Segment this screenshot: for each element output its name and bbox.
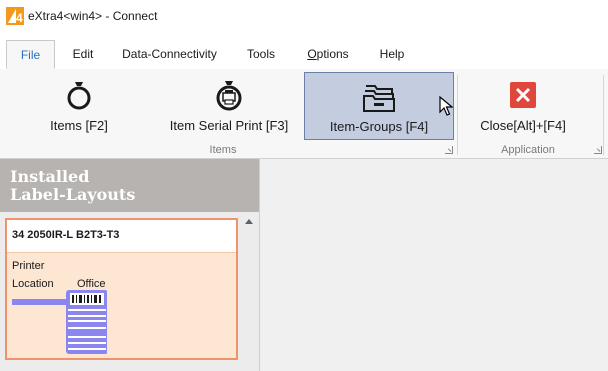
tab-options-mnemonic: O — [307, 47, 317, 61]
panel-scrollbar[interactable] — [241, 214, 258, 371]
items-button[interactable]: Items [F2] — [30, 72, 128, 140]
tab-data-connectivity-label: Data-Connectivity — [122, 47, 217, 61]
card-title: 34 2050IR-L B2T3-T3 — [12, 229, 120, 241]
close-button-label: Close[Alt]+[F4] — [480, 118, 566, 133]
title-bar: 4 eXtra4<win4> - Connect — [0, 0, 608, 32]
ring-printer-icon — [216, 81, 242, 111]
scroll-up-icon[interactable] — [245, 219, 253, 224]
label-layout-card[interactable]: 34 2050IR-L B2T3-T3 Printer Location Off… — [5, 218, 238, 360]
tab-help-label: Help — [379, 47, 405, 61]
panel-title-line1: Installed — [10, 167, 90, 186]
label-layouts-panel: Installed Label-Layouts 34 2050IR-L B2T3… — [0, 159, 260, 371]
app-logo-icon: 4 — [6, 7, 24, 25]
ribbon-separator — [603, 75, 604, 155]
tab-edit-label: Edit — [72, 47, 94, 61]
ribbon-separator — [457, 75, 458, 155]
card-header: 34 2050IR-L B2T3-T3 — [7, 220, 236, 253]
tab-file[interactable]: File — [6, 40, 55, 69]
item-serial-print-button[interactable]: Item Serial Print [F3] — [160, 72, 298, 140]
panel-title: Installed Label-Layouts — [10, 168, 250, 204]
barcode-printer-icon — [12, 290, 107, 354]
location-label: Location — [12, 278, 54, 290]
panel-title-line2: Label-Layouts — [10, 185, 136, 204]
application-group-launcher-icon[interactable] — [594, 146, 602, 154]
tab-options-label: ptions — [316, 47, 349, 61]
item-groups-button[interactable]: Item-Groups [F4] — [304, 72, 454, 140]
close-button[interactable]: Close[Alt]+[F4] — [466, 72, 580, 140]
tab-edit[interactable]: Edit — [63, 41, 103, 68]
menu-bar: File Edit Data-Connectivity Tools Option… — [0, 32, 608, 70]
tab-data-connectivity[interactable]: Data-Connectivity — [117, 41, 222, 68]
group-label-application: Application — [501, 144, 555, 156]
printer-label: Printer — [12, 260, 45, 272]
folder-stack-icon — [363, 85, 395, 112]
svg-text:4: 4 — [16, 11, 23, 25]
tab-options[interactable]: Options — [299, 41, 357, 68]
group-label-items: Items — [209, 144, 237, 156]
main-content — [260, 159, 608, 371]
window-title: eXtra4<win4> - Connect — [28, 9, 158, 23]
panel-header: Installed Label-Layouts — [0, 159, 259, 212]
item-serial-print-button-label: Item Serial Print [F3] — [169, 118, 289, 133]
ring-icon — [67, 82, 91, 110]
tab-help[interactable]: Help — [370, 41, 414, 68]
close-icon — [510, 82, 536, 108]
item-groups-button-label: Item-Groups [F4] — [329, 119, 429, 134]
mouse-cursor-icon — [439, 96, 453, 116]
tab-tools-label: Tools — [246, 47, 275, 61]
items-group-launcher-icon[interactable] — [445, 146, 453, 154]
items-button-label: Items [F2] — [50, 118, 108, 133]
tab-file-label: File — [20, 48, 41, 62]
ribbon: Items [F2] Item Serial Print [F3] Item-G… — [0, 69, 608, 159]
tab-tools[interactable]: Tools — [238, 41, 284, 68]
location-value: Office — [77, 278, 106, 290]
